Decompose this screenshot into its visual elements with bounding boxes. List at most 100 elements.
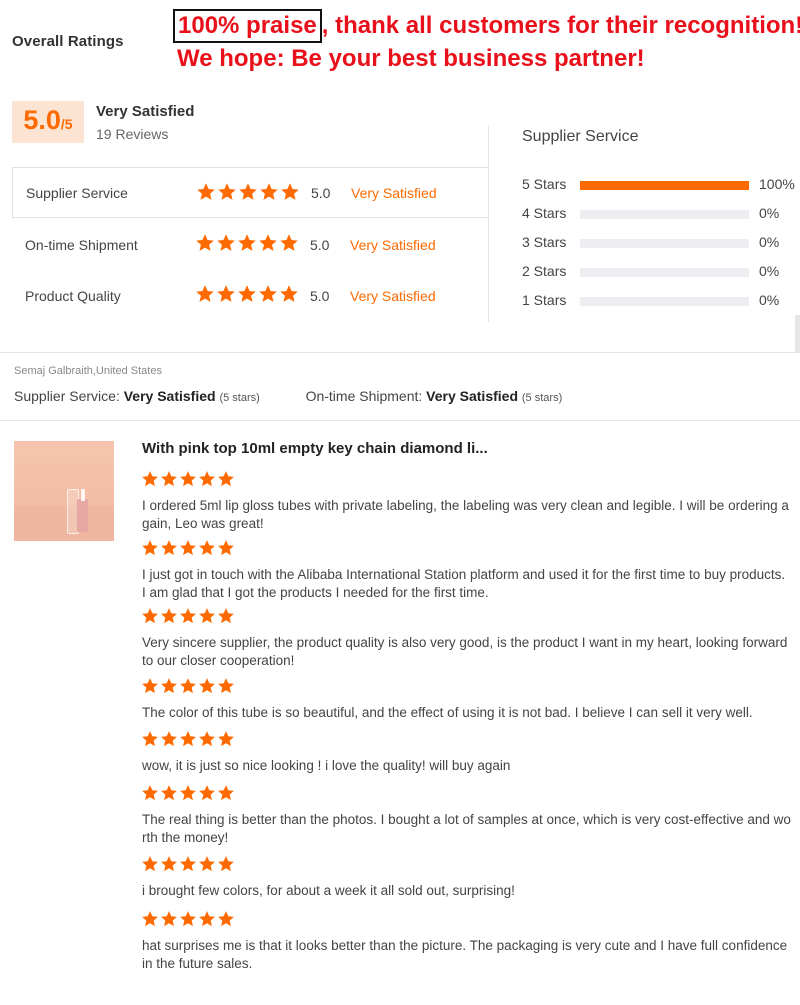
star-icon bbox=[199, 608, 215, 624]
star-icon bbox=[259, 285, 277, 302]
star-icon bbox=[218, 911, 234, 927]
star-icon bbox=[218, 608, 234, 624]
star-icon bbox=[161, 608, 177, 624]
star-icon bbox=[161, 856, 177, 872]
category-ratings: Supplier Service 5.0 Very Satisfied On-t… bbox=[12, 167, 489, 322]
star-bar-label: 2 Stars bbox=[522, 263, 567, 279]
star-bar-row: 1 Stars 0% bbox=[522, 290, 798, 310]
reviewer-service-label: Supplier Service: bbox=[14, 388, 120, 404]
star-icon bbox=[180, 911, 196, 927]
category-row[interactable]: Supplier Service 5.0 Very Satisfied bbox=[12, 167, 489, 218]
star-icon bbox=[199, 731, 215, 747]
product-title[interactable]: With pink top 10ml empty key chain diamo… bbox=[142, 440, 488, 457]
star-bar-track bbox=[580, 268, 749, 277]
star-icon bbox=[199, 678, 215, 694]
star-icon bbox=[218, 785, 234, 801]
star-icon bbox=[218, 471, 234, 487]
star-bar-row: 5 Stars 100% bbox=[522, 174, 798, 194]
praise-highlight: 100% praise bbox=[173, 9, 322, 43]
star-icon bbox=[180, 856, 196, 872]
category-row[interactable]: Product Quality 5.0 Very Satisfied bbox=[12, 270, 489, 321]
star-icon bbox=[161, 911, 177, 927]
reviewer-shipment-value: Very Satisfied bbox=[426, 388, 518, 404]
star-icon bbox=[161, 731, 177, 747]
breakdown-title: Supplier Service bbox=[522, 128, 639, 145]
star-icon bbox=[161, 540, 177, 556]
category-satisfaction: Very Satisfied bbox=[350, 236, 436, 253]
category-satisfaction: Very Satisfied bbox=[351, 184, 437, 201]
overall-satisfaction-label: Very Satisfied bbox=[96, 103, 195, 120]
category-label: Product Quality bbox=[25, 287, 121, 304]
divider bbox=[0, 352, 800, 353]
star-rating bbox=[141, 855, 235, 873]
star-bar-percent: 0% bbox=[759, 263, 780, 279]
category-label: On-time Shipment bbox=[25, 236, 138, 253]
star-rating bbox=[141, 677, 235, 695]
star-icon bbox=[180, 540, 196, 556]
category-row[interactable]: On-time Shipment 5.0 Very Satisfied bbox=[12, 219, 489, 270]
reviewer-service-value: Very Satisfied bbox=[123, 388, 216, 404]
overall-score-badge: 5.0/5 bbox=[12, 101, 84, 143]
star-rating bbox=[141, 910, 235, 928]
star-icon bbox=[142, 608, 158, 624]
star-icon bbox=[238, 234, 256, 251]
overall-ratings-title: Overall Ratings bbox=[12, 33, 124, 50]
star-icon bbox=[217, 285, 235, 302]
review-text: The color of this tube is so beautiful, … bbox=[142, 705, 753, 720]
star-bar-percent: 0% bbox=[759, 292, 780, 308]
review-count[interactable]: 19 Reviews bbox=[96, 126, 168, 142]
star-icon bbox=[142, 856, 158, 872]
star-icon bbox=[218, 183, 236, 200]
star-icon bbox=[280, 285, 298, 302]
reviewer-shipment-stars: (5 stars) bbox=[521, 392, 563, 404]
star-rating bbox=[141, 730, 235, 748]
star-icon bbox=[218, 678, 234, 694]
star-icon bbox=[218, 856, 234, 872]
star-icon bbox=[239, 183, 257, 200]
star-bar-track bbox=[580, 181, 749, 190]
star-rating bbox=[196, 182, 300, 202]
star-bar-percent: 0% bbox=[759, 205, 780, 221]
star-icon bbox=[142, 471, 158, 487]
star-rating bbox=[141, 539, 235, 557]
star-icon bbox=[161, 785, 177, 801]
star-bar-percent: 0% bbox=[759, 234, 780, 250]
star-icon bbox=[161, 471, 177, 487]
star-bar-label: 4 Stars bbox=[522, 205, 567, 221]
scrollbar[interactable] bbox=[795, 315, 800, 352]
review-text: Very sincere supplier, the product quali… bbox=[142, 635, 788, 668]
reviewer-ratings: Supplier Service: Very Satisfied (5 star… bbox=[14, 388, 562, 404]
star-icon bbox=[218, 731, 234, 747]
star-icon bbox=[218, 540, 234, 556]
divider bbox=[0, 420, 800, 421]
star-icon bbox=[199, 856, 215, 872]
star-bar-track bbox=[580, 210, 749, 219]
star-icon bbox=[196, 285, 214, 302]
star-bar-row: 2 Stars 0% bbox=[522, 261, 798, 281]
star-icon bbox=[259, 234, 277, 251]
category-score: 5.0 bbox=[311, 184, 331, 201]
star-rating bbox=[141, 470, 235, 488]
review-text: I ordered 5ml lip gloss tubes with priva… bbox=[142, 498, 789, 531]
star-bar-percent: 100% bbox=[759, 176, 795, 192]
star-icon bbox=[142, 540, 158, 556]
star-icon bbox=[199, 471, 215, 487]
star-bar-row: 3 Stars 0% bbox=[522, 232, 798, 252]
reviewer-service-stars: (5 stars) bbox=[219, 392, 260, 404]
star-icon bbox=[197, 183, 215, 200]
star-bar-track bbox=[580, 239, 749, 248]
star-icon bbox=[199, 911, 215, 927]
star-icon bbox=[280, 234, 298, 251]
review-text: wow, it is just so nice looking ! i love… bbox=[142, 758, 511, 773]
star-icon bbox=[238, 285, 256, 302]
category-satisfaction: Very Satisfied bbox=[350, 287, 436, 304]
category-score: 5.0 bbox=[310, 236, 330, 253]
star-icon bbox=[142, 678, 158, 694]
review-text: i brought few colors, for about a week i… bbox=[142, 883, 515, 898]
star-icon bbox=[142, 785, 158, 801]
star-icon bbox=[142, 731, 158, 747]
star-icon bbox=[199, 785, 215, 801]
star-icon bbox=[217, 234, 235, 251]
star-bar-fill bbox=[580, 181, 749, 190]
product-thumbnail[interactable] bbox=[14, 441, 114, 541]
